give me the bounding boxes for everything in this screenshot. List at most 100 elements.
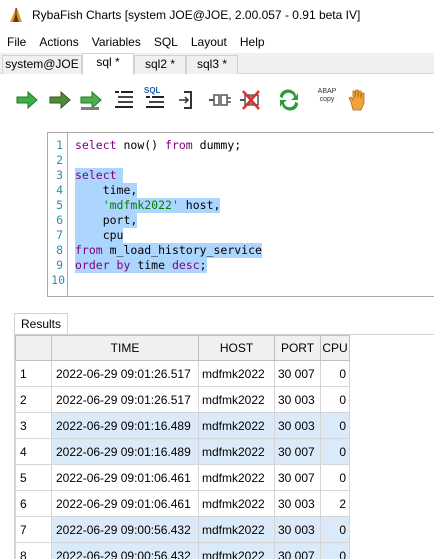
refresh-icon[interactable] [276, 88, 302, 112]
table-row[interactable]: 5 2022-06-29 09:01:06.461 mdfmk2022 30 007 0 [15, 464, 350, 491]
keyword: from [75, 243, 103, 257]
statement-bracket-icon[interactable] [175, 88, 201, 112]
cell-time[interactable]: 2022-06-29 09:01:06.461 [51, 490, 199, 517]
cell-host[interactable]: mdfmk2022 [198, 542, 275, 559]
menu-sql[interactable]: SQL [147, 35, 184, 49]
line-number: 8 [56, 243, 63, 257]
cell-time[interactable]: 2022-06-29 09:01:16.489 [51, 412, 199, 439]
table-row[interactable]: 8 2022-06-29 09:00:56.432 mdfmk2022 30 007 0 [15, 542, 350, 559]
column-header-cpu[interactable]: CPU [320, 335, 350, 361]
code-text: m_load_history_service [102, 243, 262, 257]
cell-host[interactable]: mdfmk2022 [198, 464, 275, 491]
cell-cpu[interactable]: 0 [320, 438, 350, 465]
cell-cpu[interactable]: 0 [320, 464, 350, 491]
cell-cpu[interactable]: 0 [320, 386, 350, 413]
fish-logo-icon [10, 8, 22, 22]
connection-plug-icon[interactable] [207, 88, 233, 112]
cell-cpu[interactable]: 0 [320, 516, 350, 543]
line-number: 3 [56, 168, 63, 182]
keyword: desc [171, 258, 200, 272]
column-header-time[interactable]: TIME [51, 335, 199, 361]
gutter-separator [67, 133, 68, 296]
code-area[interactable]: select now() from dummy; select time, 'm… [70, 133, 434, 296]
cell-port[interactable]: 30 007 [274, 542, 321, 559]
cell-port[interactable]: 30 007 [274, 438, 321, 465]
row-number[interactable]: 4 [15, 438, 52, 465]
cell-port[interactable]: 30 003 [274, 490, 321, 517]
table-row[interactable]: 1 2022-06-29 09:01:26.517 mdfmk2022 30 007 0 [15, 360, 350, 387]
table-row[interactable]: 2 2022-06-29 09:01:26.517 mdfmk2022 30 003 0 [15, 386, 350, 413]
disconnect-icon[interactable] [238, 88, 264, 112]
row-number[interactable]: 3 [15, 412, 52, 439]
table-row[interactable]: 6 2022-06-29 09:01:06.461 mdfmk2022 30 003 2 [15, 490, 350, 517]
cell-port[interactable]: 30 007 [274, 360, 321, 387]
cell-cpu[interactable]: 2 [320, 490, 350, 517]
cell-time[interactable]: 2022-06-29 09:01:26.517 [51, 386, 199, 413]
cell-time[interactable]: 2022-06-29 09:01:16.489 [51, 438, 199, 465]
line-number: 6 [56, 213, 63, 227]
menu-layout[interactable]: Layout [184, 35, 233, 49]
toolbar: SQL ABAP copy [0, 75, 434, 123]
row-number[interactable]: 7 [15, 516, 52, 543]
title-bar: RybaFish Charts [system JOE@JOE, 2.00.05… [0, 0, 434, 30]
menu-variables[interactable]: Variables [85, 35, 147, 49]
tab-sql3[interactable]: sql3 * [186, 55, 238, 74]
cell-time[interactable]: 2022-06-29 09:01:06.461 [51, 464, 199, 491]
line-number-gutter: 1 2 3 4 5 6 7 8 9 10 [48, 133, 65, 296]
format-list-icon[interactable] [111, 88, 137, 112]
cell-port[interactable]: 30 007 [274, 464, 321, 491]
execute-dark-arrow-icon[interactable] [47, 88, 73, 112]
keyword: select [75, 168, 117, 182]
row-number[interactable]: 1 [15, 360, 52, 387]
keyword: select [75, 138, 117, 152]
code-text: ; [199, 258, 207, 272]
cell-host[interactable]: mdfmk2022 [198, 412, 275, 439]
column-header-port[interactable]: PORT [274, 335, 321, 361]
table-row[interactable]: 3 2022-06-29 09:01:16.489 mdfmk2022 30 003 0 [15, 412, 350, 439]
results-grid: TIME HOST PORT CPU 1 2022-06-29 09:01:26.… [14, 334, 434, 559]
cell-time[interactable]: 2022-06-29 09:01:26.517 [51, 360, 199, 387]
code-line-6: port, [75, 213, 138, 228]
line-number: 5 [56, 198, 63, 212]
cell-cpu[interactable]: 0 [320, 412, 350, 439]
cell-port[interactable]: 30 003 [274, 412, 321, 439]
menu-actions[interactable]: Actions [32, 35, 84, 49]
line-number: 10 [51, 273, 65, 287]
cell-port[interactable]: 30 003 [274, 516, 321, 543]
execute-arrow-icon[interactable] [14, 88, 40, 112]
execute-all-arrow-icon[interactable] [78, 88, 104, 112]
sql-explain-icon[interactable]: SQL [142, 84, 168, 114]
cell-host[interactable]: mdfmk2022 [198, 386, 275, 413]
tab-sql2[interactable]: sql2 * [134, 55, 186, 74]
tab-system-joe[interactable]: system@JOE [2, 55, 82, 74]
row-number[interactable]: 2 [15, 386, 52, 413]
row-number[interactable]: 6 [15, 490, 52, 517]
code-text: time [130, 258, 172, 272]
menu-bar: File Actions Variables SQL Layout Help [0, 31, 434, 53]
cell-cpu[interactable]: 0 [320, 542, 350, 559]
table-row[interactable]: 4 2022-06-29 09:01:16.489 mdfmk2022 30 007 0 [15, 438, 350, 465]
menu-file[interactable]: File [0, 35, 32, 49]
row-number[interactable]: 8 [15, 542, 52, 559]
tab-results[interactable]: Results [14, 313, 68, 335]
copy-label: copy [319, 96, 335, 103]
column-header-host[interactable]: HOST [198, 335, 275, 361]
row-number[interactable]: 5 [15, 464, 52, 491]
code-line-4: time, [75, 183, 138, 198]
cell-host[interactable]: mdfmk2022 [198, 360, 275, 387]
cell-host[interactable]: mdfmk2022 [198, 438, 275, 465]
table-row[interactable]: 7 2022-06-29 09:00:56.432 mdfmk2022 30 003 0 [15, 516, 350, 543]
cell-host[interactable]: mdfmk2022 [198, 490, 275, 517]
cell-host[interactable]: mdfmk2022 [198, 516, 275, 543]
cell-cpu[interactable]: 0 [320, 360, 350, 387]
cell-port[interactable]: 30 003 [274, 386, 321, 413]
stop-hand-icon[interactable] [344, 88, 370, 112]
cell-time[interactable]: 2022-06-29 09:00:56.432 [51, 542, 199, 559]
tab-sql[interactable]: sql * [82, 53, 134, 75]
sql-editor[interactable]: 1 2 3 4 5 6 7 8 9 10 select now() from d… [47, 132, 434, 297]
code-text: host, [178, 198, 221, 212]
menu-help[interactable]: Help [233, 35, 271, 49]
abap-copy-icon[interactable]: ABAP copy [313, 88, 341, 112]
cell-time[interactable]: 2022-06-29 09:00:56.432 [51, 516, 199, 543]
results-table: TIME HOST PORT CPU 1 2022-06-29 09:01:26.… [15, 335, 350, 559]
